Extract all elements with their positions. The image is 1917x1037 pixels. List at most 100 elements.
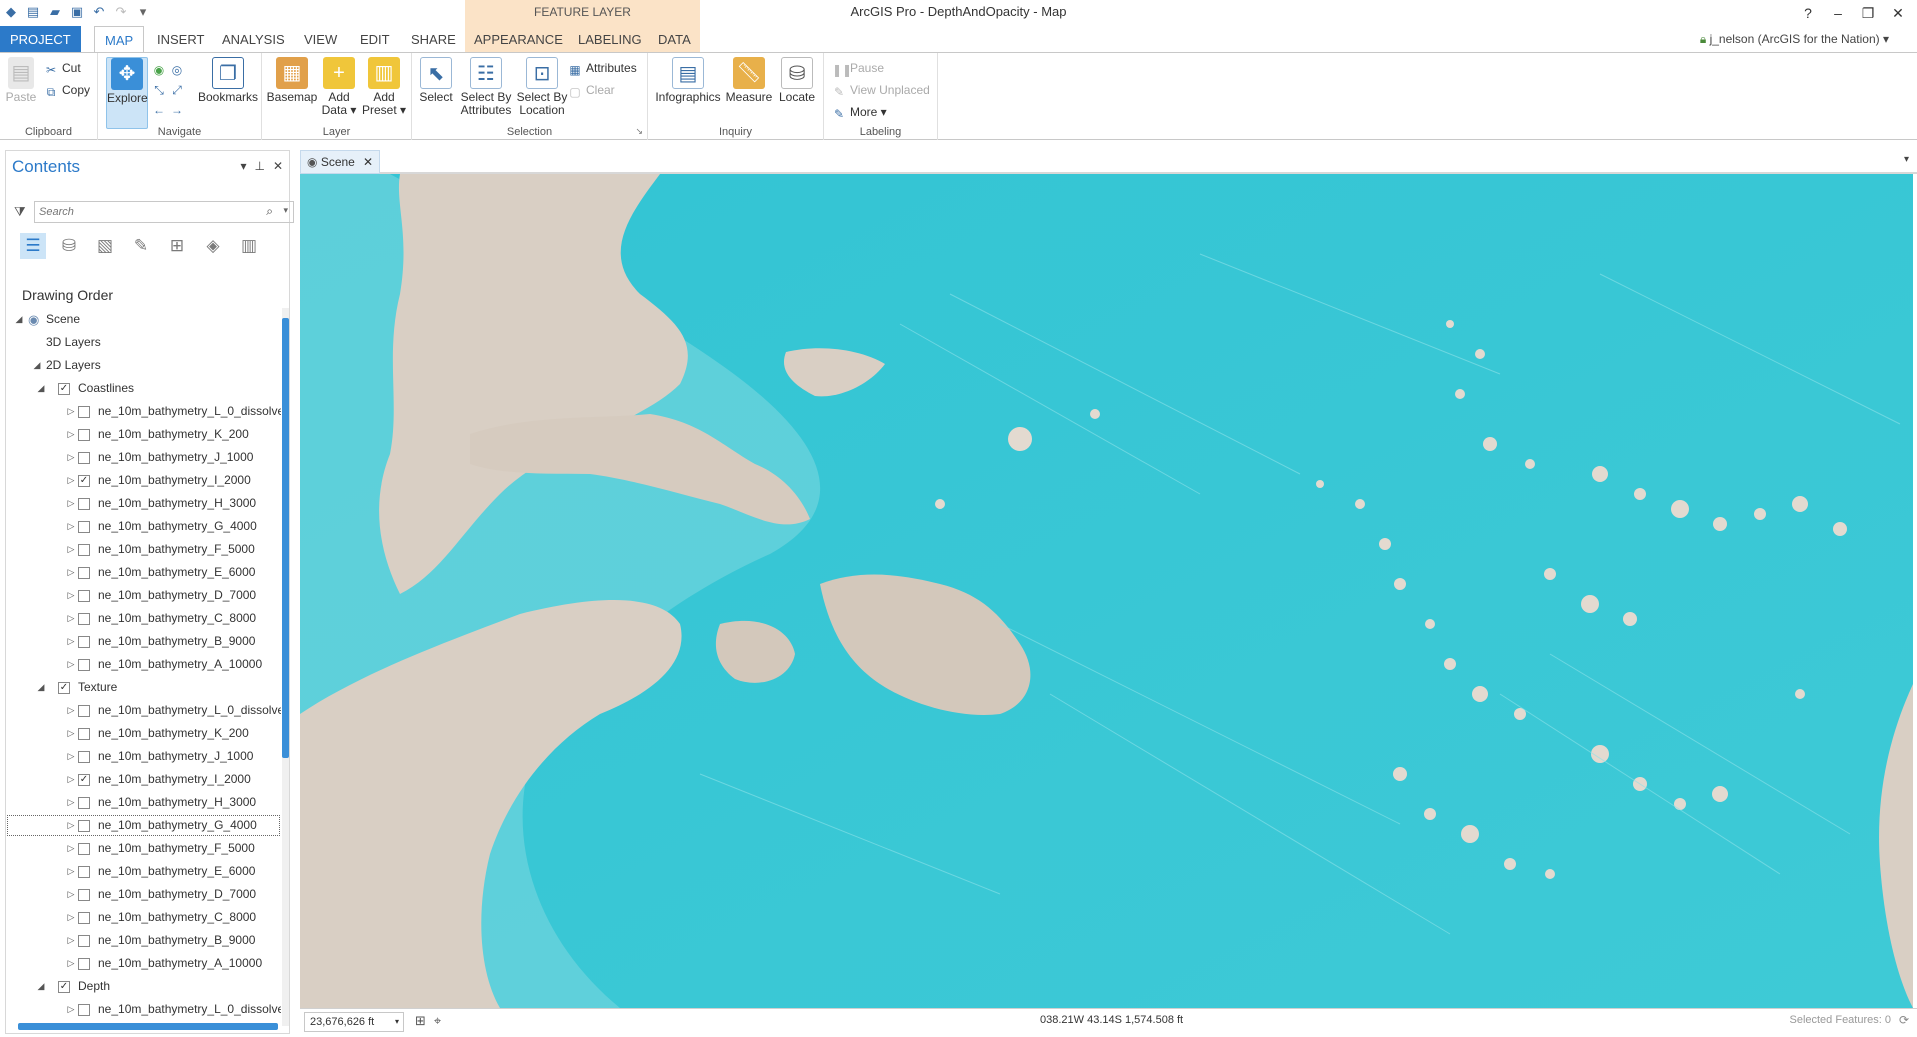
layer-visibility-checkbox[interactable]	[78, 613, 90, 625]
tree-item[interactable]: ▷ ne_10m_bathymetry_F_5000	[6, 837, 281, 860]
expand-arrow-icon[interactable]: ▷	[66, 538, 76, 561]
layer-visibility-checkbox[interactable]: ✓	[58, 981, 70, 993]
layer-visibility-checkbox[interactable]	[78, 544, 90, 556]
tab-analysis[interactable]: ANALYSIS	[212, 26, 295, 52]
tree-item[interactable]: ▷ ne_10m_bathymetry_D_7000	[6, 883, 281, 906]
tree-item[interactable]: ◢ ✓ Texture	[6, 676, 281, 699]
help-icon[interactable]: ?	[1793, 2, 1823, 24]
expand-arrow-icon[interactable]: ▷	[66, 561, 76, 584]
search-input[interactable]	[35, 202, 245, 222]
view-list-dropdown-icon[interactable]: ▾	[1904, 154, 1909, 165]
expand-arrow-icon[interactable]: ▷	[66, 883, 76, 906]
save-icon[interactable]: ▣	[68, 3, 86, 21]
paste-button[interactable]: ▤ Paste	[2, 57, 40, 104]
tree-item[interactable]: ▷ ne_10m_bathymetry_G_4000	[6, 814, 281, 837]
layer-visibility-checkbox[interactable]	[78, 567, 90, 579]
expand-arrow-icon[interactable]: ▷	[66, 630, 76, 653]
layer-visibility-checkbox[interactable]	[78, 521, 90, 533]
tree-item[interactable]: ▷ ne_10m_bathymetry_J_1000	[6, 446, 281, 469]
expand-arrow-icon[interactable]: ▷	[66, 906, 76, 929]
expand-arrow-icon[interactable]: ▷	[66, 515, 76, 538]
tree-item[interactable]: ▷ ✓ ne_10m_bathymetry_I_2000	[6, 768, 281, 791]
tree-item[interactable]: ◢ 2D Layers	[6, 354, 281, 377]
tree-item[interactable]: ▷ ne_10m_bathymetry_K_200	[6, 722, 281, 745]
collapse-arrow-icon[interactable]: ◢	[36, 975, 46, 998]
editing-icon[interactable]: ✎	[128, 233, 154, 259]
basemap-button[interactable]: ▦ Basemap	[266, 57, 318, 104]
copy-button[interactable]: ⧉ Copy	[44, 81, 90, 99]
expand-arrow-icon[interactable]: ▷	[66, 860, 76, 883]
filter-icon[interactable]: ⧩	[14, 204, 26, 220]
locate-button[interactable]: ⛁ Locate	[774, 57, 820, 104]
pane-options-icon[interactable]: ▾	[240, 159, 246, 173]
drawing-order-icon[interactable]: ☰	[20, 233, 46, 259]
extent-history-button[interactable]: ← →	[152, 99, 188, 117]
expand-arrow-icon[interactable]: ▷	[66, 446, 76, 469]
tree-item[interactable]: ▷ ✓ ne_10m_bathymetry_I_2000	[6, 469, 281, 492]
map-canvas[interactable]	[300, 174, 1913, 1008]
tree-item[interactable]: ◢ ✓ Depth	[6, 975, 281, 998]
expand-arrow-icon[interactable]: ▷	[66, 952, 76, 975]
selection-launcher-icon[interactable]: ↘	[635, 126, 643, 137]
tree-item[interactable]: ▷ ne_10m_bathymetry_J_1000	[6, 745, 281, 768]
layer-visibility-checkbox[interactable]	[78, 498, 90, 510]
clear-selection-button[interactable]: ▢ Clear	[568, 81, 614, 99]
tree-item[interactable]: ▷ ne_10m_bathymetry_E_6000	[6, 860, 281, 883]
view-unplaced-button[interactable]: ✎ View Unplaced	[832, 81, 930, 99]
tree-item[interactable]: ◢ ◉ Scene	[6, 308, 281, 331]
layer-visibility-checkbox[interactable]	[78, 1004, 90, 1016]
layer-visibility-checkbox[interactable]: ✓	[58, 383, 70, 395]
tree-item[interactable]: ▷ ne_10m_bathymetry_H_3000	[6, 492, 281, 515]
layer-visibility-checkbox[interactable]	[78, 843, 90, 855]
layer-visibility-checkbox[interactable]	[78, 590, 90, 602]
expand-arrow-icon[interactable]: ▷	[66, 469, 76, 492]
tree-item[interactable]: ▷ ne_10m_bathymetry_K_200	[6, 423, 281, 446]
tree-item[interactable]: ▷ ne_10m_bathymetry_C_8000	[6, 906, 281, 929]
tab-share[interactable]: SHARE	[401, 26, 466, 52]
undo-icon[interactable]: ↶	[90, 3, 108, 21]
layer-visibility-checkbox[interactable]: ✓	[58, 682, 70, 694]
tab-project[interactable]: PROJECT	[0, 26, 81, 52]
layer-visibility-checkbox[interactable]	[78, 820, 90, 832]
select-button[interactable]: ⬉ Select	[414, 57, 458, 104]
expand-arrow-icon[interactable]: ▷	[66, 837, 76, 860]
tab-appearance[interactable]: APPEARANCE	[464, 26, 573, 52]
scale-dropdown-icon[interactable]: ▾	[395, 1013, 399, 1031]
collapse-arrow-icon[interactable]: ◢	[36, 377, 46, 400]
charts-icon[interactable]: ▥	[236, 233, 262, 259]
layer-visibility-checkbox[interactable]	[78, 912, 90, 924]
refresh-icon[interactable]: ⟳	[1899, 1013, 1909, 1027]
tree-item[interactable]: ▷ ne_10m_bathymetry_B_9000	[6, 929, 281, 952]
add-data-button[interactable]: + Add Data ▾	[318, 57, 360, 117]
expand-arrow-icon[interactable]: ▷	[66, 722, 76, 745]
tab-map[interactable]: MAP	[94, 26, 145, 53]
tree-item[interactable]: ▷ ne_10m_bathymetry_L_0_dissolved	[6, 699, 281, 722]
expand-arrow-icon[interactable]: ▷	[66, 791, 76, 814]
tree-item[interactable]: ▷ ne_10m_bathymetry_L_0_dissolved	[6, 400, 281, 423]
explore-button[interactable]: ✥ Explore	[106, 57, 148, 129]
attributes-button[interactable]: ▦ Attributes	[568, 59, 636, 77]
tree-item[interactable]: ▷ ne_10m_bathymetry_A_10000	[6, 952, 281, 975]
customize-qat-icon[interactable]: ▾	[134, 3, 152, 21]
close-icon[interactable]: ✕	[1883, 2, 1913, 24]
layer-visibility-checkbox[interactable]: ✓	[78, 774, 90, 786]
layer-visibility-checkbox[interactable]	[78, 797, 90, 809]
expand-arrow-icon[interactable]: ▷	[66, 768, 76, 791]
expand-arrow-icon[interactable]: ▷	[66, 814, 76, 837]
expand-arrow-icon[interactable]: ▷	[66, 400, 76, 423]
new-project-icon[interactable]: ▤	[24, 3, 42, 21]
expand-arrow-icon[interactable]: ▷	[66, 653, 76, 676]
layer-visibility-checkbox[interactable]	[78, 406, 90, 418]
expand-arrow-icon[interactable]: ▷	[66, 584, 76, 607]
snapping-icon[interactable]: ⊞	[164, 233, 190, 259]
layer-visibility-checkbox[interactable]	[78, 452, 90, 464]
bookmarks-button[interactable]: ❐ Bookmarks	[198, 57, 258, 104]
tab-view[interactable]: VIEW	[294, 26, 347, 52]
tree-item[interactable]: ◢ ✓ Coastlines	[6, 377, 281, 400]
layer-visibility-checkbox[interactable]: ✓	[78, 475, 90, 487]
tree-item[interactable]: ▷ ne_10m_bathymetry_A_10000	[6, 653, 281, 676]
infographics-button[interactable]: ▤ Infographics	[654, 57, 722, 104]
zoom-fixed-button[interactable]: ⤡ ⤢	[152, 79, 188, 97]
pause-labeling-button[interactable]: ❚❚Pause	[832, 59, 884, 77]
snapping-toggle-icon[interactable]: ⌖	[434, 1013, 441, 1029]
